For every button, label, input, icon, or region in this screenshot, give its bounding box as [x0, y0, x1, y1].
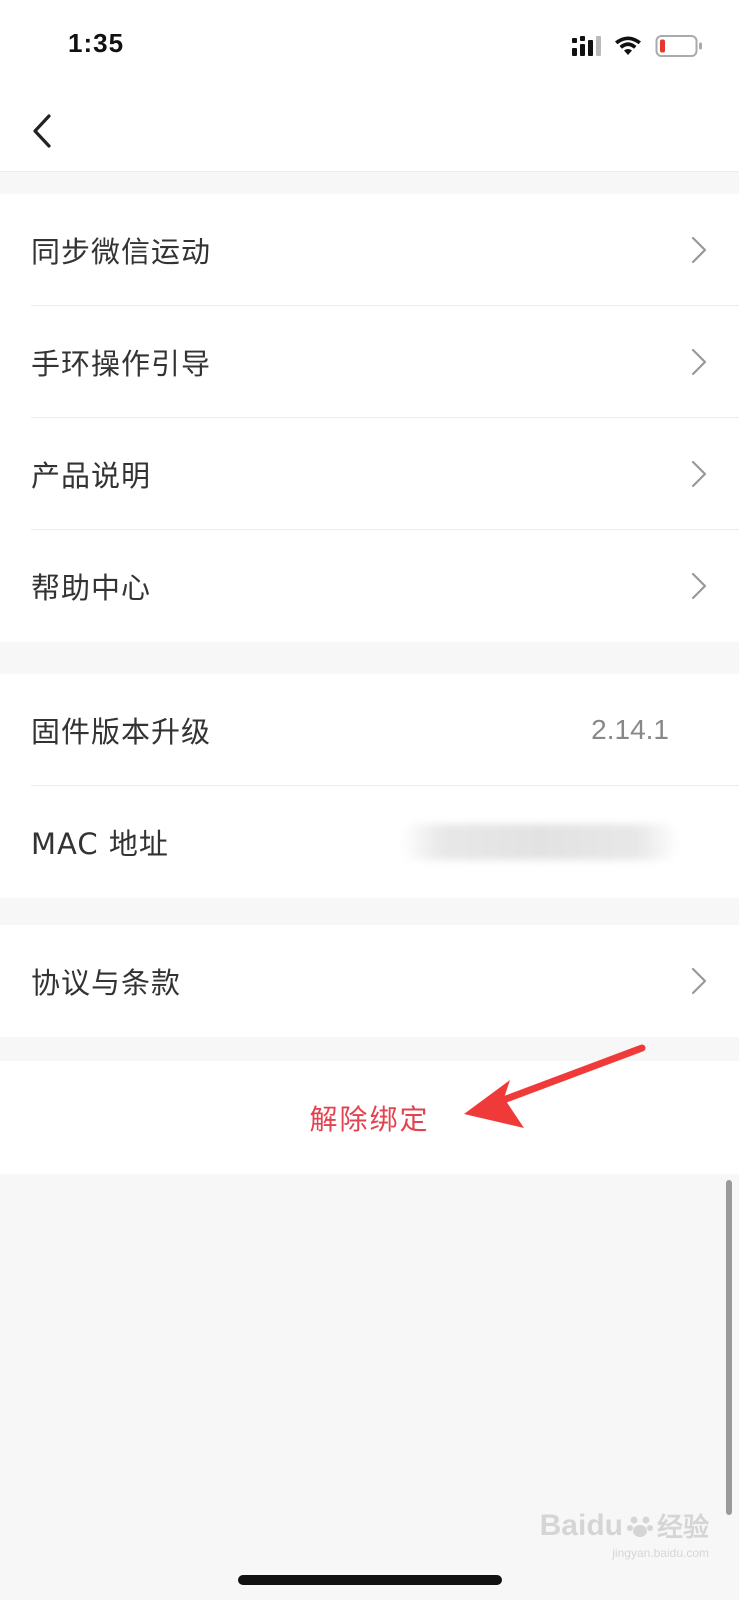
nav-bar: [0, 95, 739, 172]
row-firmware-upgrade[interactable]: 固件版本升级 2.14.1: [0, 674, 739, 786]
row-label: 协议与条款: [31, 966, 182, 1000]
chevron-left-icon: [33, 114, 51, 148]
row-label: 产品说明: [31, 459, 152, 493]
row-label: 手环操作引导: [31, 347, 212, 381]
unbind-label: 解除绑定: [309, 1102, 430, 1136]
chevron-right-icon: [691, 967, 707, 995]
watermark-logo: Baidu 经验: [540, 1507, 709, 1544]
row-label: 同步微信运动: [31, 235, 212, 269]
watermark-sub: jingyan.baidu.com: [612, 1546, 709, 1560]
watermark-logo-suffix: 经验: [656, 1512, 709, 1542]
status-bar: 1:35: [0, 0, 739, 95]
row-product-info[interactable]: 产品说明: [0, 418, 739, 530]
scrollbar[interactable]: [726, 1180, 732, 1515]
chevron-right-icon: [691, 572, 707, 600]
home-indicator[interactable]: [238, 1575, 502, 1585]
row-label: MAC 地址: [31, 827, 169, 861]
paw-icon: [626, 1516, 653, 1537]
back-button[interactable]: [20, 105, 64, 157]
wifi-icon: [615, 36, 641, 55]
baidu-watermark: Baidu 经验 jingyan.baidu.com: [540, 1507, 709, 1561]
chevron-right-icon: [691, 236, 707, 264]
firmware-version: 2.14.1: [591, 714, 669, 745]
chevron-right-icon: [691, 348, 707, 376]
status-time: 1:35: [68, 28, 125, 58]
settings-group-3: 协议与条款: [0, 925, 739, 1037]
mac-address-value-blurred: [400, 824, 680, 860]
row-wechat-sport-sync[interactable]: 同步微信运动: [0, 194, 739, 306]
status-icons: [571, 34, 703, 58]
settings-group-1: 同步微信运动 手环操作引导 产品说明 帮助中心: [0, 194, 739, 642]
row-label: 固件版本升级: [31, 715, 212, 749]
row-terms[interactable]: 协议与条款: [0, 925, 739, 1037]
watermark-logo-text: Baidu: [539, 1508, 623, 1542]
row-mac-address: MAC 地址: [0, 786, 739, 898]
row-help-center[interactable]: 帮助中心: [0, 530, 739, 642]
settings-group-2: 固件版本升级 2.14.1 MAC 地址: [0, 674, 739, 898]
chevron-right-icon: [691, 460, 707, 488]
row-band-guide[interactable]: 手环操作引导: [0, 306, 739, 418]
battery-low-icon: [655, 35, 702, 57]
annotation-arrow-icon: [464, 1044, 646, 1128]
row-label: 帮助中心: [31, 571, 152, 605]
cellular-signal-icon: [572, 36, 601, 56]
